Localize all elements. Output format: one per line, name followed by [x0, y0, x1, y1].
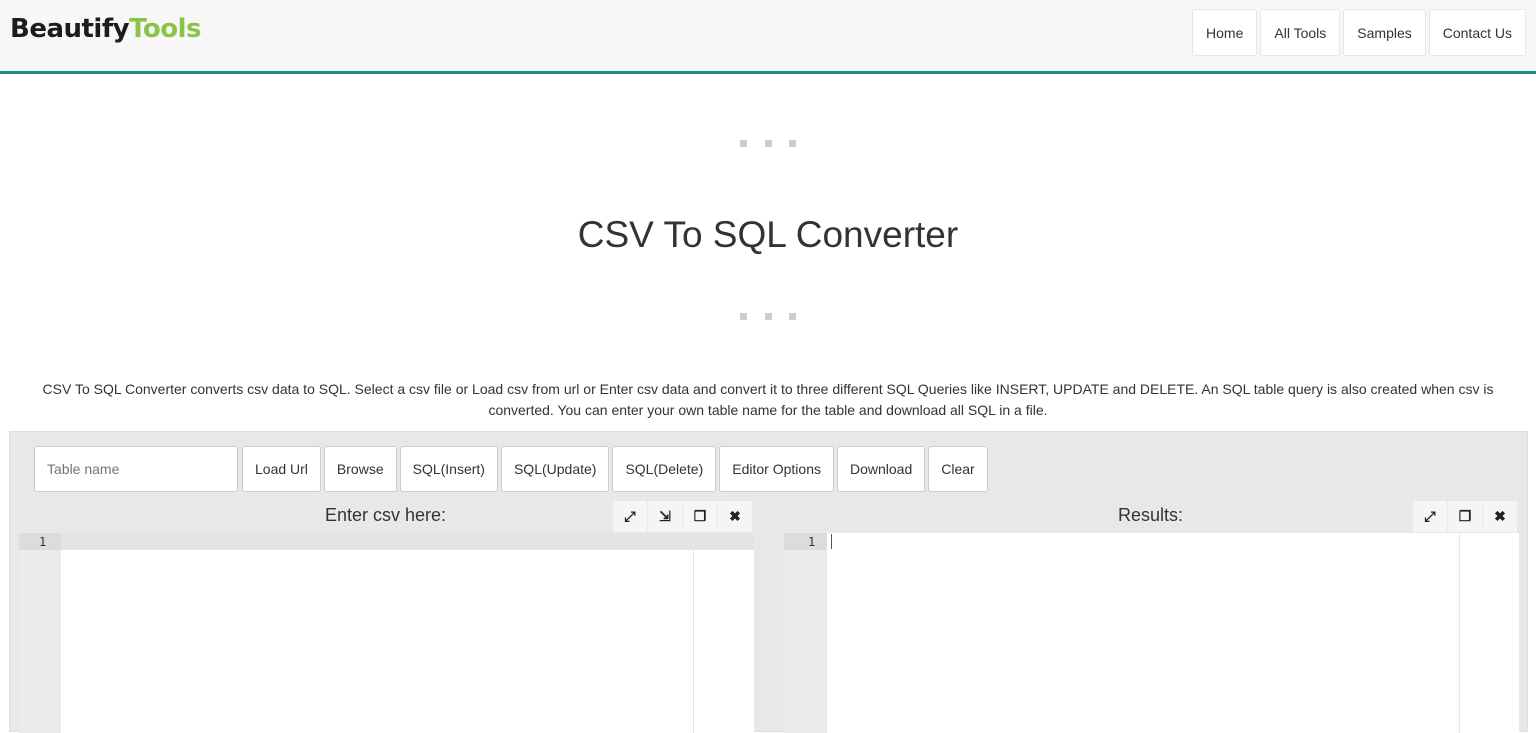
logo-text-tools: Tools — [129, 14, 202, 44]
page-title: CSV To SQL Converter — [577, 214, 959, 255]
text-cursor — [831, 534, 832, 549]
input-editor-title: Enter csv here: — [325, 505, 447, 525]
editor-options-button[interactable]: Editor Options — [719, 446, 834, 492]
sql-delete-button[interactable]: SQL(Delete) — [612, 446, 717, 492]
converter-toolbar: Load Url Browse SQL(Insert) SQL(Update) … — [34, 446, 988, 492]
close-icon[interactable]: ✖ — [718, 501, 752, 532]
output-editor-title: Results: — [1118, 505, 1184, 525]
print-margin — [1459, 533, 1460, 733]
active-gutter-cell — [784, 533, 827, 550]
top-navbar: BeautifyTools Home All Tools Samples Con… — [0, 0, 1536, 74]
nav-contact-us[interactable]: Contact Us — [1428, 9, 1526, 56]
logo-text-beautify: Beautify — [10, 14, 130, 44]
close-icon[interactable]: ✖ — [1483, 501, 1517, 532]
sql-update-button[interactable]: SQL(Update) — [500, 446, 610, 492]
line-gutter — [784, 533, 827, 733]
csv-input-editor[interactable]: 1 — [19, 533, 754, 733]
print-margin — [693, 533, 694, 733]
sql-insert-button[interactable]: SQL(Insert) — [399, 446, 498, 492]
clear-button[interactable]: Clear — [928, 446, 988, 492]
browse-button[interactable]: Browse — [323, 446, 397, 492]
output-editor-icons: ⤢ ❐ ✖ — [1413, 501, 1517, 532]
nav-all-tools[interactable]: All Tools — [1260, 9, 1341, 56]
beautify-icon[interactable]: ⇲ — [648, 501, 682, 532]
line-number: 1 — [808, 535, 816, 549]
expand-icon[interactable]: ⤢ — [613, 501, 647, 532]
input-editor-icons: ⤢ ⇲ ❐ ✖ — [613, 501, 752, 532]
load-url-button[interactable]: Load Url — [242, 446, 321, 492]
tool-description: CSV To SQL Converter converts csv data t… — [42, 381, 1494, 418]
nav-home[interactable]: Home — [1192, 9, 1258, 56]
copy-icon[interactable]: ❐ — [1448, 501, 1482, 532]
line-number: 1 — [39, 535, 47, 549]
site-logo[interactable]: BeautifyTools — [10, 14, 202, 44]
ad-placeholder-dots-bottom — [740, 313, 796, 321]
active-line-highlight — [19, 533, 754, 550]
copy-icon[interactable]: ❐ — [683, 501, 717, 532]
main-nav: Home All Tools Samples Contact Us — [1192, 9, 1526, 56]
download-button[interactable]: Download — [836, 446, 926, 492]
expand-icon[interactable]: ⤢ — [1413, 501, 1447, 532]
nav-samples[interactable]: Samples — [1343, 9, 1426, 56]
converter-panel: Load Url Browse SQL(Insert) SQL(Update) … — [9, 431, 1528, 733]
sql-output-editor[interactable]: 1 — [784, 533, 1519, 733]
line-gutter — [19, 533, 61, 733]
table-name-input[interactable] — [34, 446, 238, 492]
ad-placeholder-dots-top — [740, 140, 796, 148]
